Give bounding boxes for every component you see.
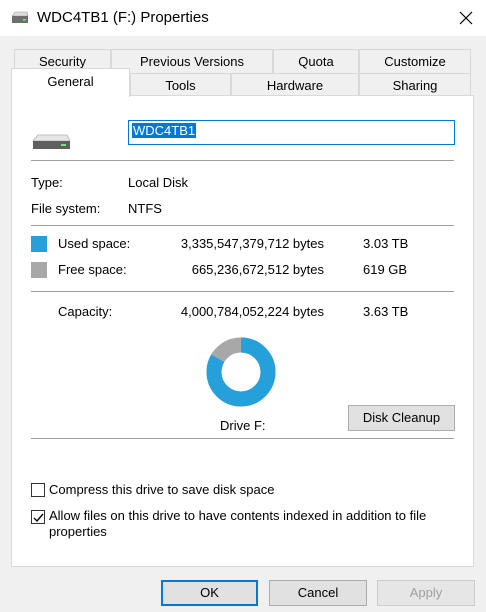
window-title: WDC4TB1 (F:) Properties <box>37 9 209 26</box>
title-bar: WDC4TB1 (F:) Properties <box>0 0 486 36</box>
drive-name-field[interactable]: WDC4TB1 <box>128 120 455 145</box>
used-space-bytes: 3,335,547,379,712 bytes <box>180 236 324 251</box>
tab-hardware[interactable]: Hardware <box>231 73 359 97</box>
drive-icon <box>32 134 71 149</box>
free-space-swatch <box>31 262 47 278</box>
cancel-button[interactable]: Cancel <box>269 580 367 606</box>
free-space-label: Free space: <box>58 262 127 277</box>
type-value: Local Disk <box>128 175 188 190</box>
drive-letter-label: Drive F: <box>220 418 266 433</box>
tab-quota[interactable]: Quota <box>273 49 359 73</box>
close-button[interactable] <box>446 0 486 36</box>
used-space-swatch <box>31 236 47 252</box>
free-space-size: 619 GB <box>363 262 408 277</box>
checkmark-icon <box>33 513 44 523</box>
apply-button[interactable]: Apply <box>377 580 475 606</box>
index-label-line1: Allow files on this drive to have conten… <box>49 508 427 523</box>
tab-sharing[interactable]: Sharing <box>359 73 471 97</box>
disk-cleanup-button[interactable]: Disk Cleanup <box>348 405 455 431</box>
close-icon <box>459 11 473 25</box>
file-system-value: NTFS <box>128 201 162 216</box>
capacity-size: 3.63 TB <box>363 304 409 319</box>
ok-button[interactable]: OK <box>161 580 258 606</box>
tab-previous-versions[interactable]: Previous Versions <box>111 49 273 73</box>
index-checkbox[interactable] <box>31 510 45 524</box>
used-space-label: Used space: <box>58 236 131 251</box>
used-space-size: 3.03 TB <box>363 236 409 251</box>
compress-label: Compress this drive to save disk space <box>49 482 275 497</box>
index-label-line2: properties <box>49 524 107 539</box>
drive-icon <box>11 11 29 23</box>
free-space-bytes: 665,236,672,512 bytes <box>191 262 324 277</box>
compress-checkbox[interactable] <box>31 483 45 497</box>
tab-general[interactable]: General <box>11 68 130 97</box>
drive-name-value: WDC4TB1 <box>132 123 197 138</box>
tab-customize[interactable]: Customize <box>359 49 471 73</box>
type-label: Type: <box>31 175 63 190</box>
separator <box>31 291 454 292</box>
separator <box>31 438 454 439</box>
capacity-label: Capacity: <box>58 304 113 319</box>
separator <box>31 225 454 226</box>
disk-usage-donut <box>206 337 276 407</box>
tab-tools[interactable]: Tools <box>130 73 231 97</box>
capacity-bytes: 4,000,784,052,224 bytes <box>180 304 324 319</box>
separator <box>31 160 454 161</box>
file-system-label: File system: <box>31 201 101 216</box>
